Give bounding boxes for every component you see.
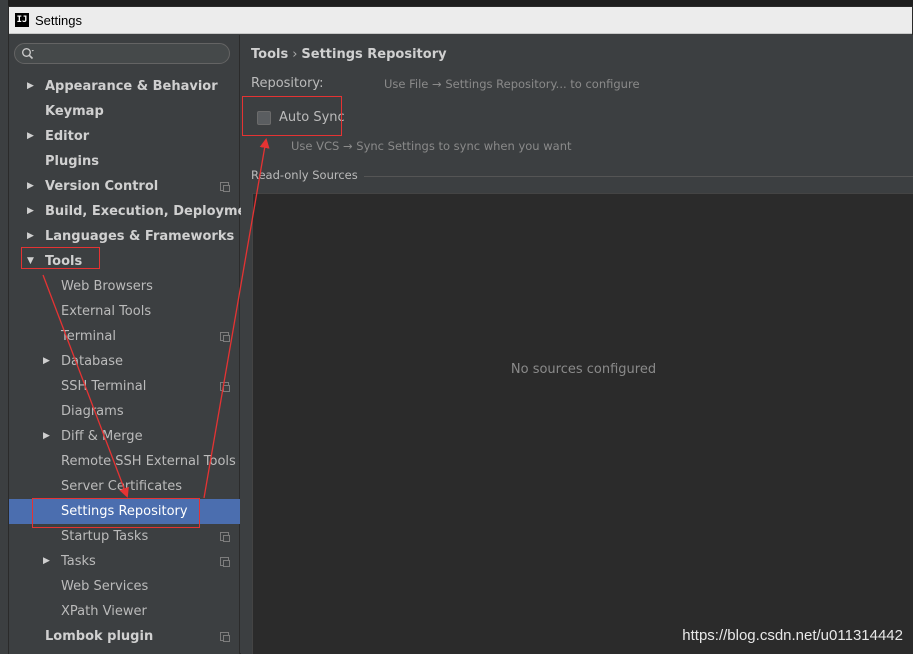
sidebar-item-label: External Tools [61,304,152,319]
sidebar-item-diagrams[interactable]: Diagrams [9,399,240,424]
sidebar-item-ssh-terminal[interactable]: SSH Terminal [9,374,240,399]
repository-hint: Use File → Settings Repository... to con… [384,77,640,91]
breadcrumb-current: Settings Repository [301,47,447,62]
annotation-box-settings-repository [32,498,200,528]
sidebar-item-build-execution-deployment[interactable]: ▶ Build, Execution, Deployment [9,199,262,224]
sidebar-item-diff-merge[interactable]: ▶ Diff & Merge [9,424,240,449]
collapsed-arrow-icon[interactable]: ▶ [27,231,37,241]
sidebar-item-label: Appearance & Behavior [45,79,218,94]
sidebar-item-xpath-viewer[interactable]: XPath Viewer [9,599,240,624]
sidebar-item-plugins[interactable]: Plugins [9,149,240,174]
readonly-sources-title: Read-only Sources [251,168,364,182]
sidebar-item-label: Editor [45,129,90,144]
sidebar-item-label: Lombok plugin [45,629,154,644]
sidebar-item-version-control[interactable]: ▶ Version Control [9,174,240,199]
sidebar-item-label: Web Browsers [61,279,153,294]
annotation-box-auto-sync [242,96,342,136]
breadcrumb-separator: › [292,47,298,62]
sidebar-item-lombok-plugin[interactable]: Lombok plugin [9,624,240,649]
sidebar-item-terminal[interactable]: Terminal [9,324,240,349]
sidebar-item-remote-ssh-external-tools[interactable]: Remote SSH External Tools [9,449,240,474]
sidebar-item-label: Web Services [61,579,149,594]
settings-dialog: IJ Settings ▶ Appearance & Behavior Keymap… [8,6,913,654]
watermark-text: https://blog.csdn.net/u011314442 [682,627,903,644]
sidebar-item-external-tools[interactable]: External Tools [9,299,240,324]
sidebar-item-label: Terminal [61,329,116,344]
project-level-icon [220,632,230,642]
settings-sidebar: ▶ Appearance & Behavior Keymap ▶ Editor Plugi… [9,35,262,654]
breadcrumb-parent[interactable]: Tools [251,47,288,62]
sidebar-item-label: Keymap [45,104,104,119]
section-divider [353,176,913,177]
breadcrumb: Tools › Settings Repository [251,47,447,62]
background-window-edge [0,0,8,654]
search-input[interactable] [14,43,230,64]
window-title: Settings [35,12,82,28]
sidebar-item-appearance-behavior[interactable]: ▶ Appearance & Behavior [9,74,240,99]
collapsed-arrow-icon[interactable]: ▶ [27,206,37,216]
sidebar-item-label: Server Certificates [61,479,183,494]
sidebar-item-database[interactable]: ▶ Database [9,349,240,374]
sidebar-item-label: Build, Execution, Deployment [45,204,262,219]
sidebar-item-web-services[interactable]: Web Services [9,574,240,599]
sidebar-item-label: Plugins [45,154,99,169]
sidebar-item-label: Diff & Merge [61,429,143,444]
project-level-icon [220,182,230,192]
empty-state-text: No sources configured [510,361,657,377]
collapsed-arrow-icon[interactable]: ▶ [43,556,53,566]
sidebar-item-label: Version Control [45,179,159,194]
project-level-icon [220,532,230,542]
sidebar-item-label: Remote SSH External Tools [61,454,236,469]
project-level-icon [220,382,230,392]
sidebar-item-web-browsers[interactable]: Web Browsers [9,274,240,299]
sidebar-item-keymap[interactable]: Keymap [9,99,240,124]
collapsed-arrow-icon[interactable]: ▶ [27,181,37,191]
sidebar-item-label: Startup Tasks [61,529,149,544]
sidebar-item-languages-frameworks[interactable]: ▶ Languages & Frameworks [9,224,240,249]
collapsed-arrow-icon[interactable]: ▶ [27,131,37,141]
sidebar-item-label: XPath Viewer [61,604,147,619]
intellij-app-icon: IJ [15,13,29,27]
sidebar-item-label: SSH Terminal [61,379,147,394]
sidebar-item-server-certificates[interactable]: Server Certificates [9,474,240,499]
title-bar: IJ Settings [9,7,912,34]
sidebar-item-tasks[interactable]: ▶ Tasks [9,549,240,574]
readonly-sources-table[interactable]: No sources configured [252,193,913,654]
collapsed-arrow-icon[interactable]: ▶ [43,431,53,441]
auto-sync-hint: Use VCS → Sync Settings to sync when you… [291,139,572,153]
annotation-box-tools [21,247,100,269]
sidebar-item-editor[interactable]: ▶ Editor [9,124,240,149]
sidebar-item-label: Tasks [61,554,96,569]
repository-label: Repository: [251,76,324,91]
sidebar-item-label: Diagrams [61,404,124,419]
collapsed-arrow-icon[interactable]: ▶ [27,81,37,91]
collapsed-arrow-icon[interactable]: ▶ [43,356,53,366]
search-icon [22,48,34,60]
sidebar-item-label: Database [61,354,124,369]
project-level-icon [220,557,230,567]
sidebar-item-label: Languages & Frameworks [45,229,235,244]
settings-tree: ▶ Appearance & Behavior Keymap ▶ Editor Plugi… [9,74,262,649]
project-level-icon [220,332,230,342]
